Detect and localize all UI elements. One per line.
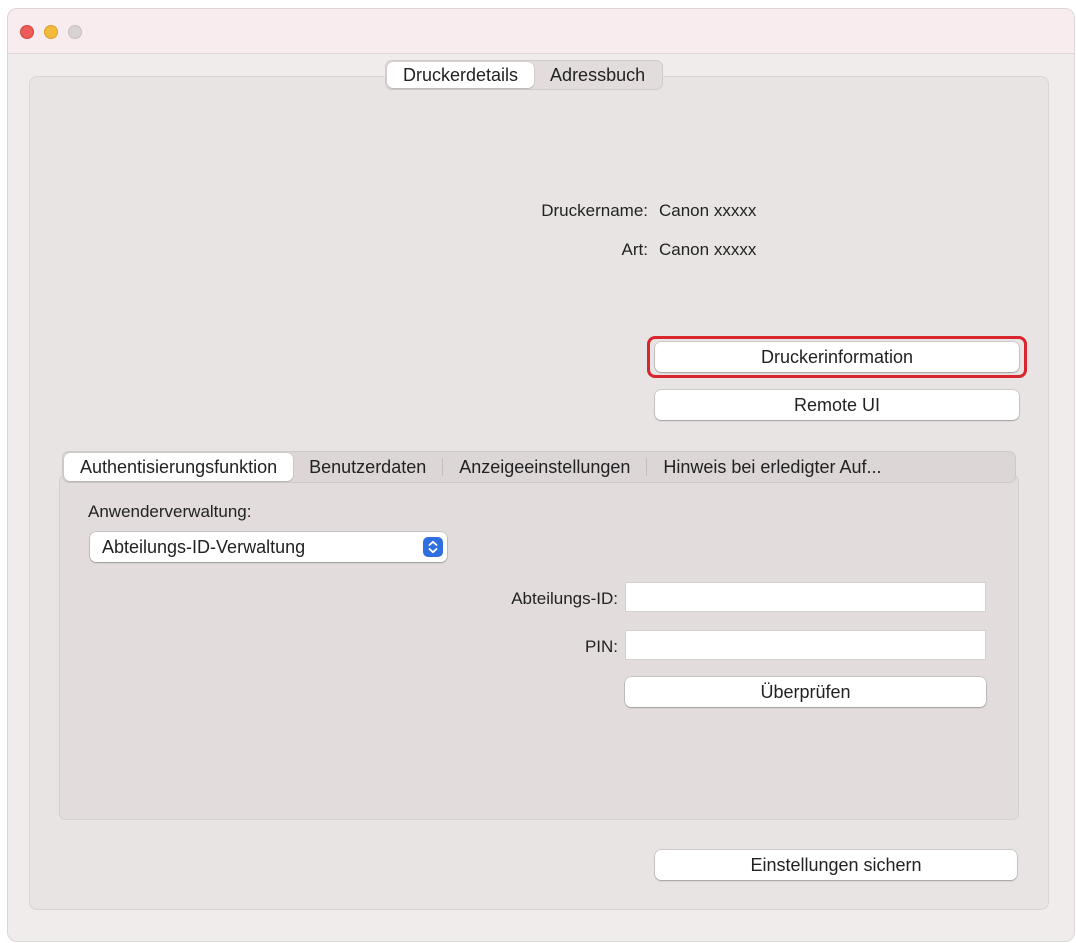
settings-tab-bar: Authentisierungsfunktion Benutzerdaten A… [62,451,1016,483]
printer-type-value: Canon xxxxx [659,240,757,259]
department-id-input[interactable] [625,582,986,612]
printer-name-label: Druckername: [541,201,648,220]
tab-druckerdetails[interactable]: Druckerdetails [387,62,535,88]
user-management-label: Anwenderverwaltung: [88,502,252,521]
verify-button[interactable]: Überprüfen [625,677,986,707]
user-management-select[interactable]: Abteilungs-ID-Verwaltung [90,532,447,562]
close-window-button[interactable] [20,25,34,39]
tab-authentisierungsfunktion[interactable]: Authentisierungsfunktion [64,453,294,481]
printer-type-label: Art: [621,240,648,259]
minimize-window-button[interactable] [44,25,58,39]
tab-hinweis-bei-erledigter-auftrag[interactable]: Hinweis bei erledigter Auf... [647,453,897,481]
top-tab-bar: Druckerdetails Adressbuch [385,60,664,90]
remote-ui-button[interactable]: Remote UI [655,390,1019,420]
user-management-selected-value: Abteilungs-ID-Verwaltung [102,537,306,557]
tab-adressbuch[interactable]: Adressbuch [534,62,661,88]
save-settings-button[interactable]: Einstellungen sichern [655,850,1017,880]
pin-input[interactable] [625,630,986,660]
title-bar [8,9,1074,54]
maximize-window-button[interactable] [68,25,82,39]
department-id-label: Abteilungs-ID: [511,589,618,608]
printer-name-value: Canon xxxxx [659,201,757,220]
pin-label: PIN: [584,637,618,656]
tab-benutzerdaten[interactable]: Benutzerdaten [293,453,442,481]
highlight-frame [647,336,1027,378]
up-down-chevron-icon [423,537,443,557]
tab-anzeigeeinstellungen[interactable]: Anzeigeeinstellungen [443,453,646,481]
